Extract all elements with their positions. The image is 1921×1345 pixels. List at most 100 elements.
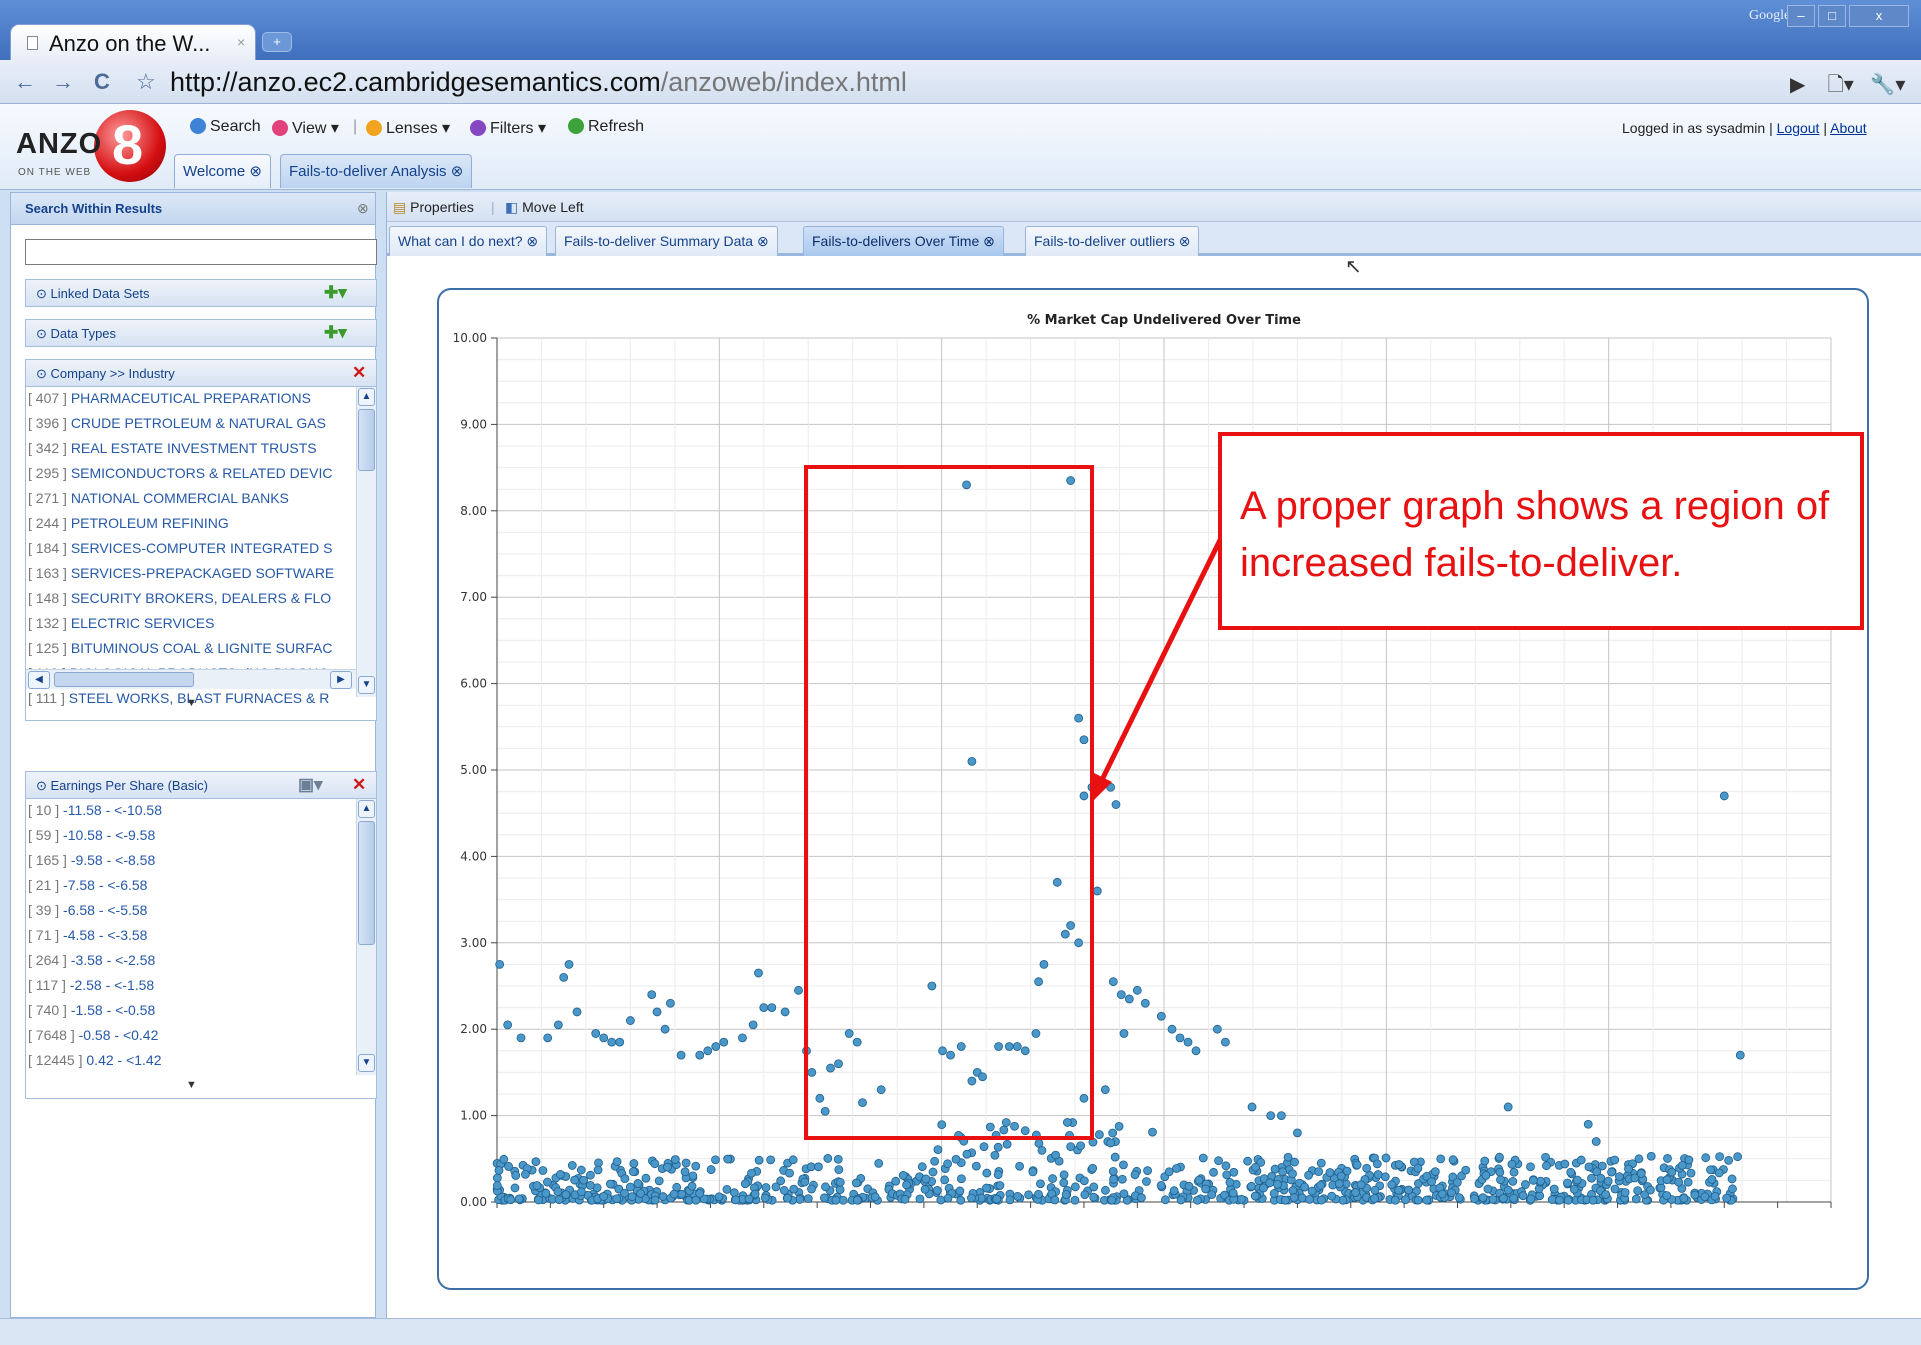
tab-outliers[interactable]: Fails-to-deliver outliers ⊗ [1025, 226, 1200, 256]
new-tab-button[interactable]: + [262, 32, 292, 52]
scroll-up-icon[interactable]: ▲ [358, 800, 375, 818]
refresh-button[interactable]: Refresh [568, 118, 644, 136]
eps-item[interactable]: [ 7648 ] -0.58 - <0.42 [28, 1027, 348, 1043]
options-icon[interactable]: ▣▾ [298, 775, 323, 795]
data-point [967, 1193, 976, 1203]
add-icon[interactable]: ✚▾ [324, 323, 347, 343]
data-point [1273, 1179, 1282, 1189]
lenses-menu[interactable]: Lenses ▾ [366, 118, 450, 138]
industry-item[interactable]: [ 342 ] REAL ESTATE INVESTMENT TRUSTS [28, 440, 348, 456]
tab-summary-data[interactable]: Fails-to-deliver Summary Data ⊗ [555, 226, 778, 256]
eps-facet-header[interactable]: ⊙ Earnings Per Share (Basic) ▣▾ ✕ [25, 771, 377, 799]
scroll-down-icon[interactable]: ▼ [358, 1054, 375, 1072]
tab-what-next[interactable]: What can I do next? ⊗ [389, 226, 548, 256]
data-point [915, 1194, 925, 1204]
data-point [1050, 1195, 1060, 1205]
eps-item[interactable]: [ 165 ] -9.58 - <-8.58 [28, 852, 348, 868]
scroll-right-icon[interactable]: ▶ [330, 671, 352, 689]
back-icon[interactable]: ← [14, 69, 36, 97]
industry-scrollbar[interactable]: ▲ ▼ [356, 387, 376, 697]
data-point [1108, 1128, 1118, 1138]
industry-item[interactable]: [ 407 ] PHARMACEUTICAL PREPARATIONS [28, 390, 348, 406]
close-window-button[interactable]: x [1849, 5, 1909, 27]
view-menu[interactable]: View ▾ [272, 118, 339, 138]
data-point [814, 1162, 823, 1172]
industry-item[interactable]: [ 125 ] BITUMINOUS COAL & LIGNITE SURFAC [28, 640, 348, 656]
industry-item[interactable]: [ 244 ] PETROLEUM REFINING [28, 515, 348, 531]
data-point [1603, 1176, 1613, 1186]
properties-button[interactable]: ▤ Properties [393, 199, 474, 216]
minimize-button[interactable]: – [1787, 5, 1815, 27]
scroll-up-icon[interactable]: ▲ [358, 388, 375, 406]
remove-facet-icon[interactable]: ✕ [352, 363, 366, 383]
move-left-button[interactable]: ◧ Move Left [505, 199, 584, 216]
scroll-down-icon[interactable]: ▼ [358, 676, 375, 694]
hscroll-thumb[interactable] [54, 672, 194, 687]
industry-item[interactable]: [ 132 ] ELECTRIC SERVICES [28, 615, 348, 631]
eps-item[interactable]: [ 39 ] -6.58 - <-5.58 [28, 902, 348, 918]
eps-item[interactable]: [ 21 ] -7.58 - <-6.58 [28, 877, 348, 893]
data-point [1325, 1168, 1335, 1177]
go-icon[interactable]: ▶ [1790, 74, 1805, 96]
data-point [531, 1157, 541, 1167]
data-point [1631, 1194, 1641, 1204]
industry-item[interactable]: [ 148 ] SECURITY BROKERS, DEALERS & FLO [28, 590, 348, 606]
industry-item[interactable]: [ 396 ] CRUDE PETROLEUM & NATURAL GAS [28, 415, 348, 431]
eps-item[interactable]: [ 59 ] -10.58 - <-9.58 [28, 827, 348, 843]
linked-data-sets-header[interactable]: ⊙ Linked Data Sets ✚▾ [25, 279, 377, 307]
eps-scrollbar[interactable]: ▲ ▼ [356, 799, 376, 1075]
eps-item[interactable]: [ 740 ] -1.58 - <-0.58 [28, 1002, 348, 1018]
data-point [1101, 1185, 1110, 1195]
browser-tab[interactable]: Anzo on the W... × [10, 24, 256, 60]
tab-fails-analysis[interactable]: Fails-to-deliver Analysis ⊗ [280, 154, 473, 188]
maximize-button[interactable]: □ [1818, 5, 1846, 27]
logout-link[interactable]: Logout [1777, 120, 1820, 136]
search-button[interactable]: Search [190, 118, 261, 136]
scroll-left-icon[interactable]: ◀ [28, 671, 50, 689]
data-point [962, 1149, 972, 1159]
search-within-input[interactable] [25, 239, 377, 265]
data-point [576, 1165, 586, 1175]
data-point [1079, 1176, 1089, 1186]
industry-item[interactable]: [ 295 ] SEMICONDUCTORS & RELATED DEVIC [28, 465, 348, 481]
data-point [663, 1162, 672, 1172]
wrench-icon[interactable]: 🔧▾ [1870, 74, 1905, 96]
eps-item[interactable]: [ 117 ] -2.58 - <-1.58 [28, 977, 348, 993]
close-panel-icon[interactable]: ⊗ [357, 200, 369, 217]
data-point [1596, 1173, 1606, 1183]
industry-facet-header[interactable]: ⊙ Company >> Industry ✕ [25, 359, 377, 387]
tab-welcome[interactable]: Welcome ⊗ [174, 154, 271, 188]
remove-facet-icon[interactable]: ✕ [352, 775, 366, 795]
eps-item[interactable]: [ 71 ] -4.58 - <-3.58 [28, 927, 348, 943]
eps-item-count: [ 7648 ] [28, 1027, 75, 1043]
url-field[interactable]: http://anzo.ec2.cambridgesemantics.com/a… [170, 66, 1770, 98]
address-bar: ← → C ☆ http://anzo.ec2.cambridgesemanti… [0, 60, 1921, 104]
industry-item[interactable]: [ 184 ] SERVICES-COMPUTER INTEGRATED S [28, 540, 348, 556]
tab-fails-over-time[interactable]: Fails-to-delivers Over Time ⊗ [803, 226, 1004, 256]
scroll-thumb[interactable] [358, 409, 375, 471]
filters-menu[interactable]: Filters ▾ [470, 118, 546, 138]
data-types-header[interactable]: ⊙ Data Types ✚▾ [25, 319, 377, 347]
data-point [652, 1007, 662, 1017]
eps-item[interactable]: [ 10 ] -11.58 - <-10.58 [28, 802, 348, 818]
industry-item[interactable]: [ 271 ] NATIONAL COMMERCIAL BANKS [28, 490, 348, 506]
scroll-thumb[interactable] [358, 821, 375, 945]
eps-item[interactable]: [ 264 ] -3.58 - <-2.58 [28, 952, 348, 968]
add-icon[interactable]: ✚▾ [324, 283, 347, 303]
expand-icon[interactable]: ▼ [186, 697, 197, 709]
data-point [1175, 1033, 1185, 1043]
data-point [1507, 1159, 1517, 1169]
forward-icon[interactable]: → [52, 69, 74, 97]
industry-item[interactable]: [ 163 ] SERVICES-PREPACKAGED SOFTWARE [28, 565, 348, 581]
page-menu-icon[interactable]: 🗋▾ [1828, 74, 1854, 96]
reload-icon[interactable]: C [94, 69, 110, 97]
close-tab-icon[interactable]: × [237, 34, 245, 50]
about-link[interactable]: About [1830, 120, 1867, 136]
expand-icon[interactable]: ▼ [186, 1079, 197, 1091]
data-point [711, 1155, 720, 1165]
data-point [1088, 1163, 1098, 1173]
industry-hscrollbar[interactable]: ◀ ▶ [26, 669, 356, 689]
bookmark-star-icon[interactable]: ☆ [136, 69, 156, 97]
eps-item[interactable]: [ 12445 ] 0.42 - <1.42 [28, 1052, 348, 1068]
eps-item-label: -10.58 - <-9.58 [63, 827, 156, 843]
